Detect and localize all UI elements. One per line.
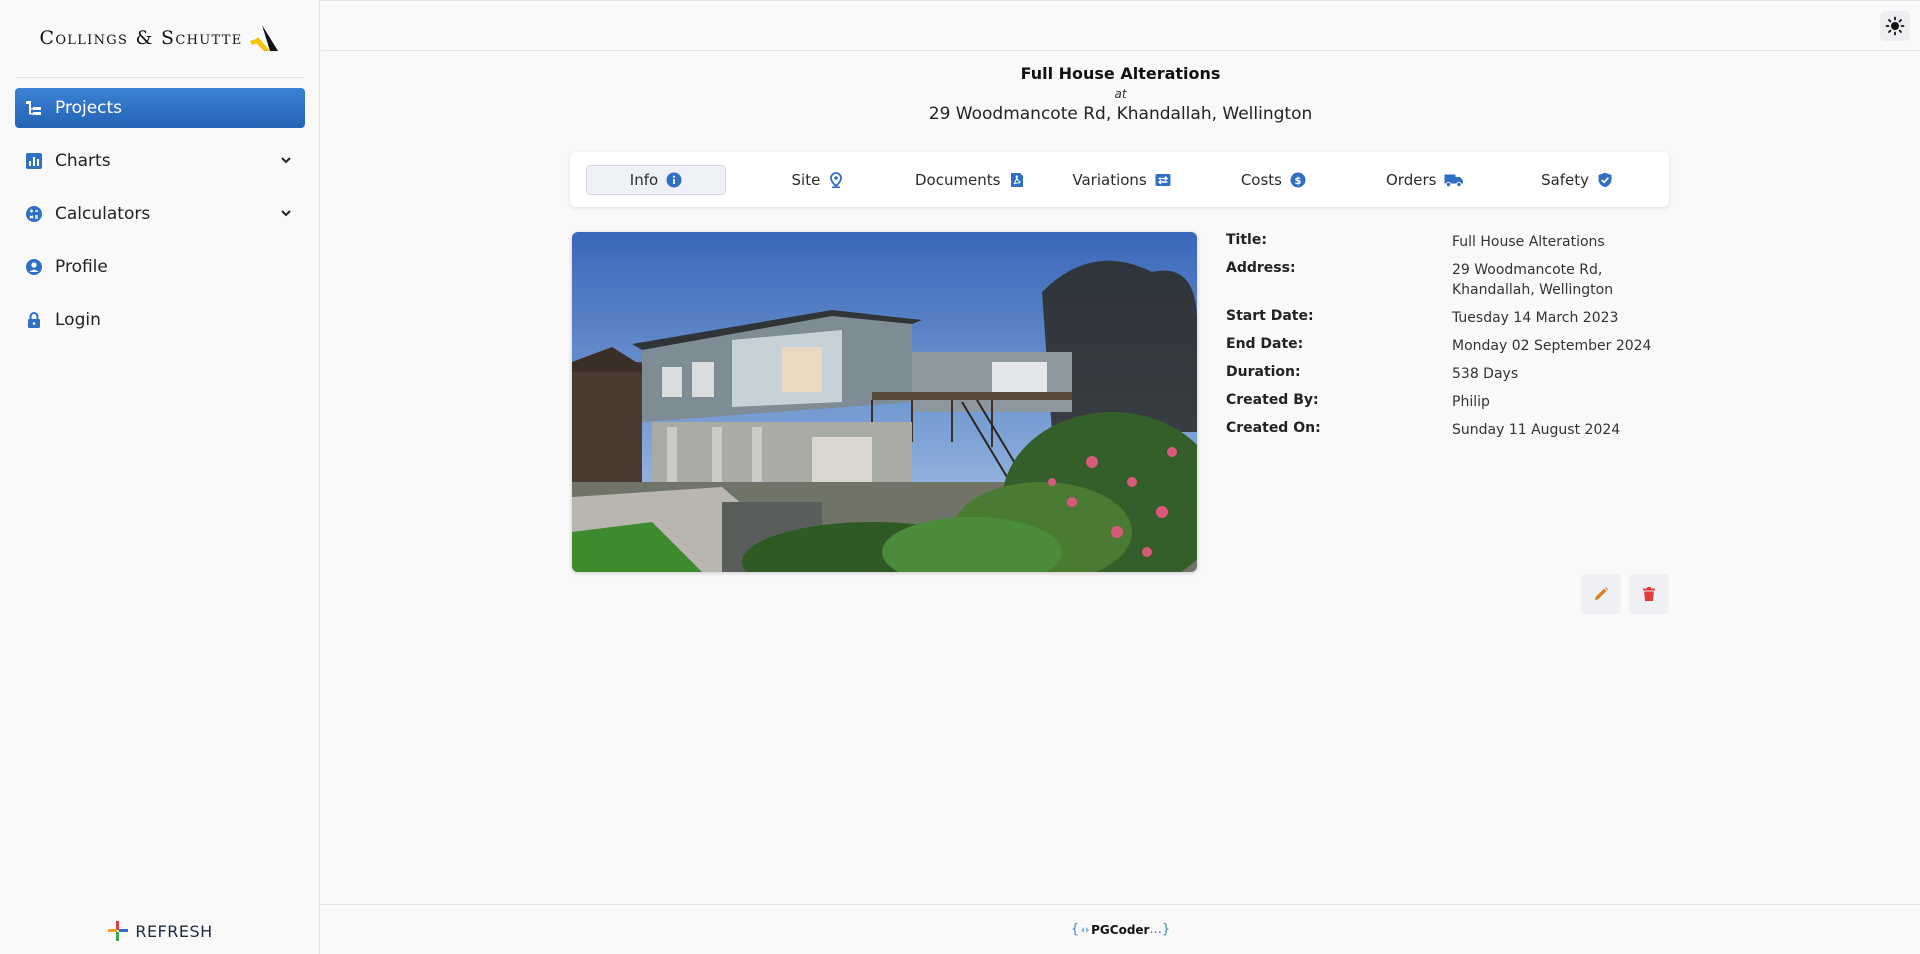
refresh-logo-icon — [108, 921, 129, 941]
detail-label: Created By: — [1226, 392, 1319, 408]
detail-row: Title: Full House Alterations — [1226, 232, 1666, 252]
delete-button[interactable] — [1629, 574, 1669, 614]
detail-label: End Date: — [1226, 336, 1304, 352]
tab-label: Costs — [1240, 170, 1282, 189]
tab-site[interactable]: Site — [742, 165, 894, 195]
swap-icon — [1155, 172, 1171, 188]
user-icon — [25, 258, 43, 276]
refresh-button[interactable]: REFRESH — [0, 916, 320, 946]
project-photo — [572, 232, 1197, 572]
detail-label: Duration: — [1226, 364, 1301, 380]
house-photo-image — [572, 232, 1197, 572]
chevron-down-icon[interactable] — [279, 206, 293, 220]
top-bar — [321, 0, 1920, 51]
detail-label: Address: — [1226, 260, 1296, 276]
footer-brace-open: { — [1070, 922, 1080, 937]
detail-value: Philip — [1452, 394, 1490, 410]
sun-icon — [1885, 16, 1905, 36]
detail-value: Full House Alterations — [1452, 234, 1605, 250]
chevron-down-icon[interactable] — [279, 153, 293, 167]
tab-label: Safety — [1541, 170, 1590, 189]
project-at-label: at — [1114, 87, 1127, 101]
tab-label: Documents — [914, 170, 1001, 189]
sidebar-item-label: Calculators — [55, 204, 151, 224]
sidebar-item-projects[interactable]: Projects — [15, 88, 305, 128]
lock-icon — [25, 311, 43, 329]
trash-icon — [1643, 587, 1655, 601]
map-pin-icon — [828, 171, 844, 188]
brand-name: Collings & Schutte — [39, 27, 243, 49]
detail-value: 29 Woodmancote Rd, Khandallah, Wellingto… — [1452, 262, 1614, 298]
detail-row: Duration: 538 Days — [1226, 364, 1666, 384]
dollar-icon: $ — [1290, 172, 1306, 188]
pencil-icon — [1595, 587, 1608, 600]
refresh-label: REFRESH — [135, 921, 213, 941]
detail-value: Monday 02 September 2024 — [1452, 338, 1652, 354]
theme-toggle-button[interactable] — [1880, 11, 1910, 41]
project-header: Full House Alterations at 29 Woodmancote… — [321, 64, 1920, 124]
detail-value: Sunday 11 August 2024 — [1452, 422, 1621, 438]
sidebar-item-label: Projects — [55, 98, 123, 118]
shield-check-icon — [1597, 172, 1613, 188]
project-tabs: Info Site Documents Variations Costs $ O… — [570, 152, 1669, 207]
tab-label: Site — [791, 170, 821, 189]
sidebar-item-login[interactable]: Login — [15, 300, 305, 340]
svg-text:$: $ — [1295, 175, 1302, 186]
detail-label: Created On: — [1226, 420, 1321, 436]
sidebar-item-label: Charts — [55, 151, 111, 171]
tab-label: Info — [629, 170, 659, 189]
detail-value: Tuesday 14 March 2023 — [1452, 310, 1619, 326]
project-actions — [1581, 574, 1669, 614]
edit-button[interactable] — [1581, 574, 1621, 614]
footer-brand[interactable]: PGCoder — [1091, 923, 1149, 937]
detail-row: Start Date: Tuesday 14 March 2023 — [1226, 308, 1666, 328]
detail-row: Created By: Philip — [1226, 392, 1666, 412]
truck-icon — [1444, 172, 1464, 188]
detail-row: Address: 29 Woodmancote Rd, Khandallah, … — [1226, 260, 1666, 300]
pgcoder-logo-icon — [1081, 926, 1090, 933]
tab-label: Orders — [1386, 170, 1437, 189]
tab-orders[interactable]: Orders — [1349, 165, 1501, 195]
sidebar-item-charts[interactable]: Charts — [15, 141, 305, 181]
sidebar-divider — [16, 77, 304, 78]
chart-icon — [25, 152, 43, 170]
detail-label: Title: — [1226, 232, 1267, 248]
tab-variations[interactable]: Variations — [1046, 165, 1198, 195]
footer-brace-close: ...} — [1149, 922, 1171, 937]
detail-row: Created On: Sunday 11 August 2024 — [1226, 420, 1666, 440]
projects-tree-icon — [25, 99, 43, 117]
tab-label: Variations — [1072, 170, 1147, 189]
tab-safety[interactable]: Safety — [1501, 165, 1653, 195]
info-icon — [666, 172, 682, 188]
sidebar-item-label: Profile — [55, 257, 108, 277]
detail-value: 538 Days — [1452, 366, 1519, 382]
page-footer: { PGCoder ...} — [321, 904, 1920, 954]
calculator-icon — [25, 205, 43, 223]
brand-logo[interactable]: Collings & Schutte — [0, 18, 320, 58]
project-title: Full House Alterations — [1020, 64, 1221, 83]
sidebar: Collings & Schutte Projects Charts Calcu — [0, 0, 320, 954]
tab-documents[interactable]: Documents — [894, 165, 1046, 195]
pdf-icon — [1009, 172, 1025, 188]
detail-label: Start Date: — [1226, 308, 1314, 324]
brand-mark-icon — [250, 25, 279, 51]
sidebar-item-calculators[interactable]: Calculators — [15, 194, 305, 234]
project-address: 29 Woodmancote Rd, Khandallah, Wellingto… — [928, 104, 1313, 124]
sidebar-nav: Projects Charts Calculators Profile Logi… — [15, 88, 305, 353]
detail-row: End Date: Monday 02 September 2024 — [1226, 336, 1666, 356]
tab-costs[interactable]: Costs $ — [1197, 165, 1349, 195]
sidebar-item-profile[interactable]: Profile — [15, 247, 305, 287]
sidebar-item-label: Login — [55, 310, 101, 330]
project-details: Title: Full House Alterations Address: 2… — [1226, 232, 1666, 448]
tab-info[interactable]: Info — [586, 164, 726, 195]
